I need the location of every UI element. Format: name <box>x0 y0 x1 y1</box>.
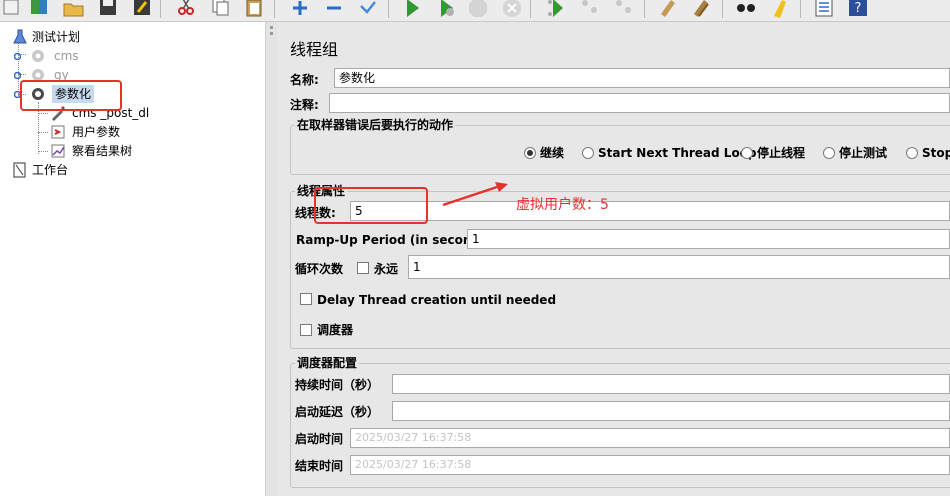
start-no-timers-icon[interactable] <box>434 0 458 20</box>
radio-continue[interactable] <box>524 147 536 159</box>
cut-icon[interactable] <box>174 0 198 20</box>
toggle-icon[interactable] <box>356 0 380 20</box>
duration-field[interactable] <box>392 374 950 394</box>
loop-count-field[interactable]: 1 <box>408 255 950 279</box>
startup-delay-label: 启动延迟（秒） <box>295 405 380 419</box>
preprocessor-icon <box>51 125 65 139</box>
expand-handle-icon[interactable] <box>14 53 21 60</box>
rampup-field[interactable]: 1 <box>467 229 950 249</box>
scheduler-label: 调度器 <box>317 323 354 337</box>
reset-search-icon[interactable] <box>768 0 792 20</box>
name-field[interactable]: 参数化 <box>334 68 950 88</box>
start-time-field[interactable]: 2025/03/27 16:37:58 <box>350 428 950 448</box>
forever-label: 永远 <box>374 262 399 276</box>
tree-node-label: 测试计划 <box>32 30 81 44</box>
duration-label: 持续时间（秒） <box>295 378 380 392</box>
copy-icon[interactable] <box>208 0 232 20</box>
chart-icon <box>51 144 65 158</box>
delay-thread-creation-label: Delay Thread creation until needed <box>317 293 557 307</box>
remote-stop-icon[interactable] <box>578 0 602 20</box>
remote-start-icon[interactable] <box>544 0 568 20</box>
search-icon[interactable] <box>734 0 758 20</box>
annotation-arrow-icon <box>442 182 508 207</box>
comment-field[interactable] <box>329 93 950 113</box>
annotation-box-thread-group <box>20 80 122 111</box>
end-time-field[interactable]: 2025/03/27 16:37:58 <box>350 455 950 475</box>
radio-stop-test[interactable] <box>823 147 835 159</box>
radio-stop-thread-label: 停止线程 <box>757 146 806 160</box>
open-icon[interactable] <box>62 0 86 20</box>
start-icon[interactable] <box>400 0 424 20</box>
help-icon[interactable]: ? <box>846 0 870 20</box>
annotation-text: 虚拟用户数：5 <box>516 197 609 213</box>
save-icon[interactable] <box>96 0 120 20</box>
clear-icon[interactable] <box>656 0 680 20</box>
radio-stop-test-label: 停止测试 <box>839 146 888 160</box>
radio-continue-label: 继续 <box>540 146 565 160</box>
loop-count-label: 循环次数 <box>295 262 344 276</box>
svg-text:?: ? <box>855 1 862 16</box>
scheduler-checkbox[interactable] <box>300 324 312 336</box>
paste-icon[interactable] <box>242 0 266 20</box>
flask-icon <box>13 29 27 44</box>
comment-label: 注释: <box>290 98 319 112</box>
thread-group-panel: 线程组 名称: 参数化 注释: 在取样器错误后要执行的动作 继续 Start N… <box>277 22 950 496</box>
sampler-error-action-title: 在取样器错误后要执行的动作 <box>295 117 456 133</box>
tree-node-label: 察看结果树 <box>72 144 133 158</box>
function-helper-icon[interactable] <box>812 0 836 20</box>
remote-shutdown-icon[interactable] <box>612 0 636 20</box>
radio-stop-test-now-label: Stop <box>922 146 950 160</box>
radio-start-next-loop-label: Start Next Thread Loop <box>598 146 757 160</box>
radio-stop-test-now[interactable] <box>906 147 918 159</box>
shutdown-icon[interactable] <box>500 0 524 20</box>
name-label: 名称: <box>290 73 319 87</box>
start-time-label: 启动时间 <box>295 432 344 446</box>
save-as-icon[interactable] <box>130 0 154 20</box>
radio-start-next-loop[interactable] <box>582 147 594 159</box>
tree-node-label: cms <box>54 49 79 63</box>
delay-thread-creation-checkbox[interactable] <box>300 293 312 305</box>
stop-icon[interactable] <box>466 0 490 20</box>
page-title: 线程组 <box>290 40 339 59</box>
annotation-box-thread-count <box>314 187 428 224</box>
expand-handle-icon[interactable] <box>14 72 21 79</box>
end-time-label: 结束时间 <box>295 459 344 473</box>
radio-stop-thread[interactable] <box>741 147 753 159</box>
clear-all-icon[interactable] <box>690 0 714 20</box>
templates-icon[interactable] <box>28 0 52 20</box>
startup-delay-field[interactable] <box>392 401 950 421</box>
collapse-icon[interactable] <box>322 0 346 20</box>
tree-node-label: 用户参数 <box>72 125 121 139</box>
new-icon[interactable] <box>0 0 24 20</box>
forever-checkbox[interactable] <box>357 262 369 274</box>
split-pane-divider[interactable] <box>265 22 277 496</box>
toolbar: ? <box>0 0 950 22</box>
gear-icon <box>32 50 44 62</box>
tree-node-label: 工作台 <box>32 163 69 177</box>
expand-icon[interactable] <box>288 0 312 20</box>
workbench-icon <box>13 162 26 178</box>
scheduler-config-title: 调度器配置 <box>295 355 360 371</box>
